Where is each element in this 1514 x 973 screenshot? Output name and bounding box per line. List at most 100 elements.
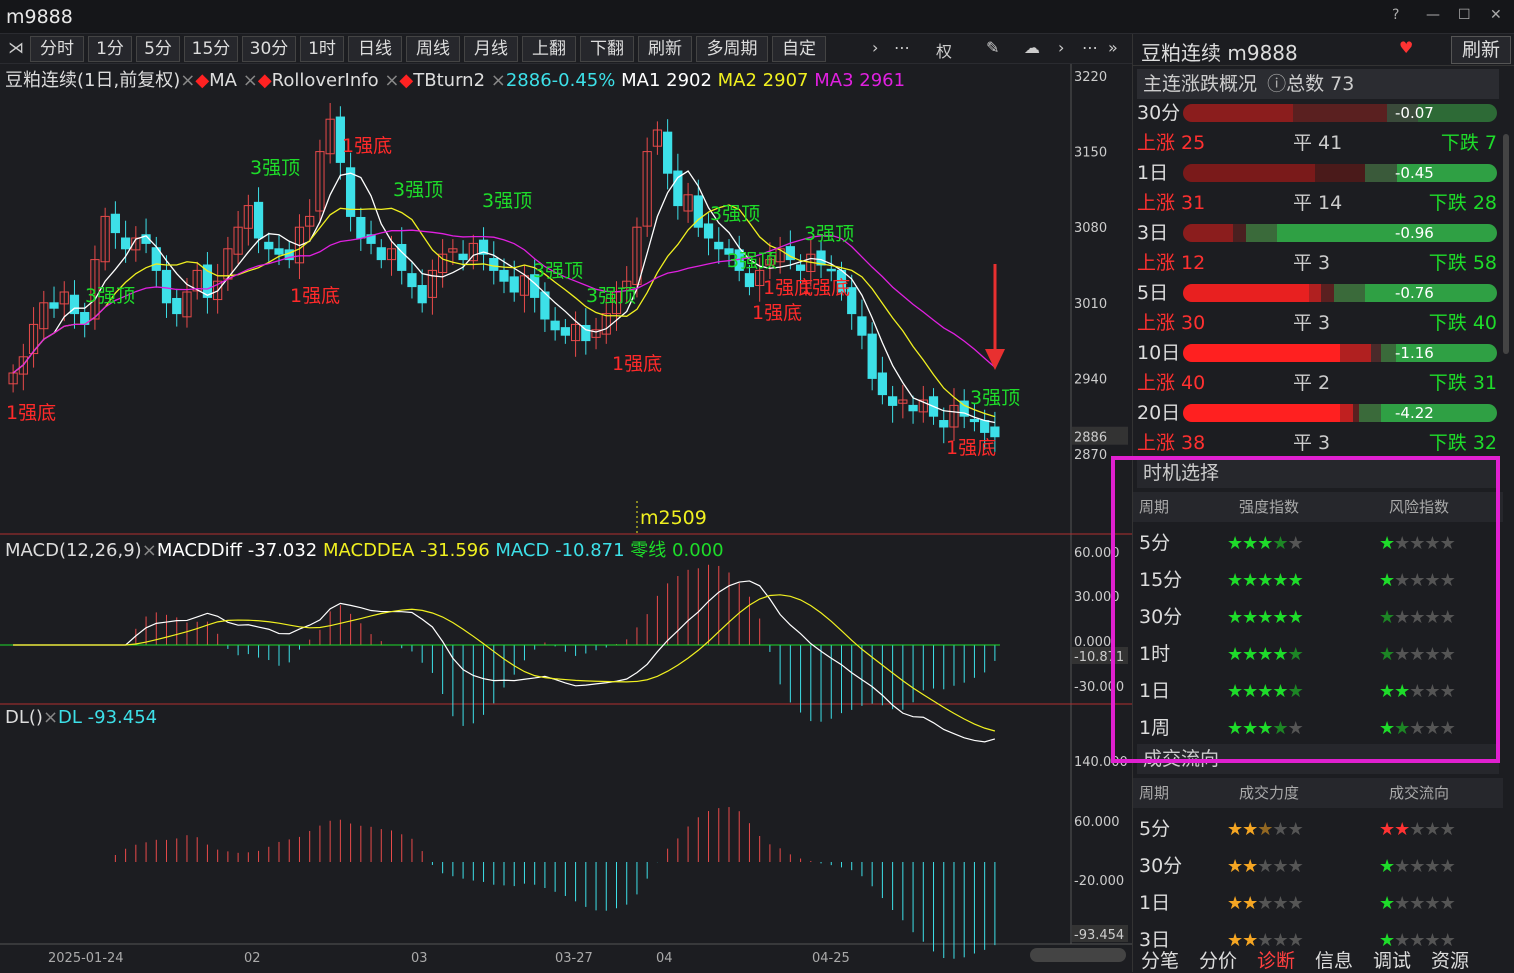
flat-count: 平 3 xyxy=(1293,312,1331,334)
signal-label: 1强底 xyxy=(6,402,56,424)
ellipsis-icon[interactable]: ⋯ xyxy=(894,38,910,57)
up-count: 上涨 25 xyxy=(1137,132,1206,154)
favorite-icon[interactable]: ♥ xyxy=(1399,38,1413,57)
candle xyxy=(826,268,836,272)
next-icon[interactable]: › xyxy=(1058,38,1064,57)
collapse-icon[interactable]: ⋊ xyxy=(8,38,24,57)
signal-label: 1强底 xyxy=(946,437,996,459)
row-period: 30分 xyxy=(1139,855,1183,877)
toolbar-button-8[interactable]: 月线 xyxy=(464,36,518,62)
signal-label: 3强顶 xyxy=(393,179,443,201)
candle xyxy=(499,269,509,282)
maximize-icon[interactable]: ☐ xyxy=(1458,7,1471,23)
close-icon[interactable]: ✕ xyxy=(1490,7,1502,23)
candle xyxy=(980,420,990,433)
dl-axis-label: -93.454 xyxy=(1074,928,1124,943)
tab-1[interactable]: 分价 xyxy=(1199,946,1237,973)
price-axis-label: 2940 xyxy=(1074,372,1107,387)
date-axis-label: 03 xyxy=(411,951,428,966)
col-3: 成交流向 xyxy=(1389,784,1450,802)
kline-chart[interactable]: 32203150308030102940288628701强底3强顶 1强底3强顶… xyxy=(0,64,1132,972)
rights-icon[interactable]: 权 xyxy=(936,38,952,62)
overview-counts: 上涨 30 平 3 下跌 40 xyxy=(1133,308,1503,338)
down-count: 下跌 7 xyxy=(1440,132,1497,154)
tab-4[interactable]: 调试 xyxy=(1373,946,1411,973)
tab-0[interactable]: 分笔 xyxy=(1141,946,1179,973)
h-scrollbar xyxy=(1030,948,1126,962)
flat-count: 平 14 xyxy=(1293,192,1343,214)
macd-name: MACD(12,26,9) xyxy=(5,540,142,561)
signal-label: 1强底 xyxy=(342,135,392,157)
toolbar-button-7[interactable]: 周线 xyxy=(406,36,460,62)
signal-label: 3强顶 xyxy=(533,260,583,282)
scrollbar[interactable] xyxy=(1503,134,1509,354)
flow-column-headers: 周期 成交力度 成交流向 xyxy=(1133,778,1503,808)
question-icon[interactable]: ⓘ xyxy=(1267,73,1286,95)
candle xyxy=(407,273,417,288)
overview-counts: 上涨 40 平 2 下跌 31 xyxy=(1133,368,1503,398)
change-bar xyxy=(1183,104,1497,122)
date-axis-label: 02 xyxy=(244,951,261,966)
signal-label: 3强顶 xyxy=(85,285,135,307)
tab-3[interactable]: 信息 xyxy=(1315,946,1353,973)
expand-icon[interactable]: » xyxy=(1108,38,1118,57)
strength-stars: ★★★★★ xyxy=(1227,893,1304,914)
refresh-button[interactable]: 刷新 xyxy=(1451,36,1511,64)
toolbar-button-5[interactable]: 1时 xyxy=(300,36,344,62)
candle xyxy=(990,426,1000,438)
candle xyxy=(857,316,867,336)
candle xyxy=(550,320,560,331)
minimize-icon[interactable]: — xyxy=(1426,7,1440,23)
toolbar-button-10[interactable]: 下翻 xyxy=(580,36,634,62)
toolbar-button-4[interactable]: 30分 xyxy=(242,36,296,62)
change-bar xyxy=(1183,284,1497,302)
ellipsis2-icon[interactable]: ⋯ xyxy=(1082,38,1098,57)
main-legend: 豆粕连续(1日,前复权)×◆MA ×◆RolloverInfo ×◆TBturn… xyxy=(5,70,906,91)
change-bar xyxy=(1183,224,1497,242)
tab-2[interactable]: 诊断 xyxy=(1257,946,1295,973)
draw-icon[interactable]: ✎ xyxy=(986,38,999,57)
window-title: m9888 xyxy=(6,6,73,28)
cloud-icon[interactable]: ☁ xyxy=(1024,38,1040,57)
signal-label: 3强顶 xyxy=(710,203,760,225)
highlight-box xyxy=(1111,456,1500,763)
toolbar-button-0[interactable]: 分时 xyxy=(30,36,84,62)
candle xyxy=(714,241,724,250)
overview-period: 5日 xyxy=(1137,282,1169,304)
toolbar-button-13[interactable]: 自定 xyxy=(772,36,826,62)
dl-legend: DL()×DL -93.454 xyxy=(5,707,158,728)
price-change: 2886-0.45% xyxy=(505,70,616,91)
down-count: 下跌 40 xyxy=(1428,312,1497,334)
dl-value: DL -93.454 xyxy=(58,707,158,728)
overview-row: 5日 -0.76 xyxy=(1133,278,1503,308)
help-icon[interactable]: ? xyxy=(1392,7,1399,23)
toolbar-button-2[interactable]: 5分 xyxy=(136,36,180,62)
overview-period: 3日 xyxy=(1137,222,1169,244)
candle xyxy=(908,404,918,412)
toolbar-button-3[interactable]: 15分 xyxy=(184,36,238,62)
candle xyxy=(120,237,131,250)
toolbar-button-6[interactable]: 日线 xyxy=(348,36,402,62)
risk-stars: ★★★★★ xyxy=(1379,856,1456,877)
price-axis-label: 2886 xyxy=(1074,431,1107,446)
risk-stars: ★★★★★ xyxy=(1379,819,1456,840)
signal-label: 3强顶 xyxy=(586,285,636,307)
price-axis-label: 3010 xyxy=(1074,297,1107,312)
macd-diff: MACDDiff -37.032 xyxy=(156,540,318,561)
more-left-icon[interactable]: › xyxy=(872,38,878,57)
candle xyxy=(560,327,570,336)
date-axis-label: 2025-01-24 xyxy=(48,951,124,966)
toolbar-button-12[interactable]: 多周期 xyxy=(696,36,768,62)
overview-period: 30分 xyxy=(1137,102,1181,124)
toolbar-button-1[interactable]: 1分 xyxy=(88,36,132,62)
candle xyxy=(703,223,714,239)
toolbar-button-9[interactable]: 上翻 xyxy=(522,36,576,62)
macd-legend: MACD(12,26,9)×MACDDiff -37.032 MACDDEA -… xyxy=(5,540,724,561)
down-count: 下跌 31 xyxy=(1428,372,1497,394)
tab-5[interactable]: 资源 xyxy=(1431,946,1469,973)
candle xyxy=(939,420,949,428)
contract-label: m2509 xyxy=(640,507,707,529)
candle xyxy=(877,372,888,396)
toolbar-button-11[interactable]: 刷新 xyxy=(638,36,692,62)
candle xyxy=(888,396,898,406)
